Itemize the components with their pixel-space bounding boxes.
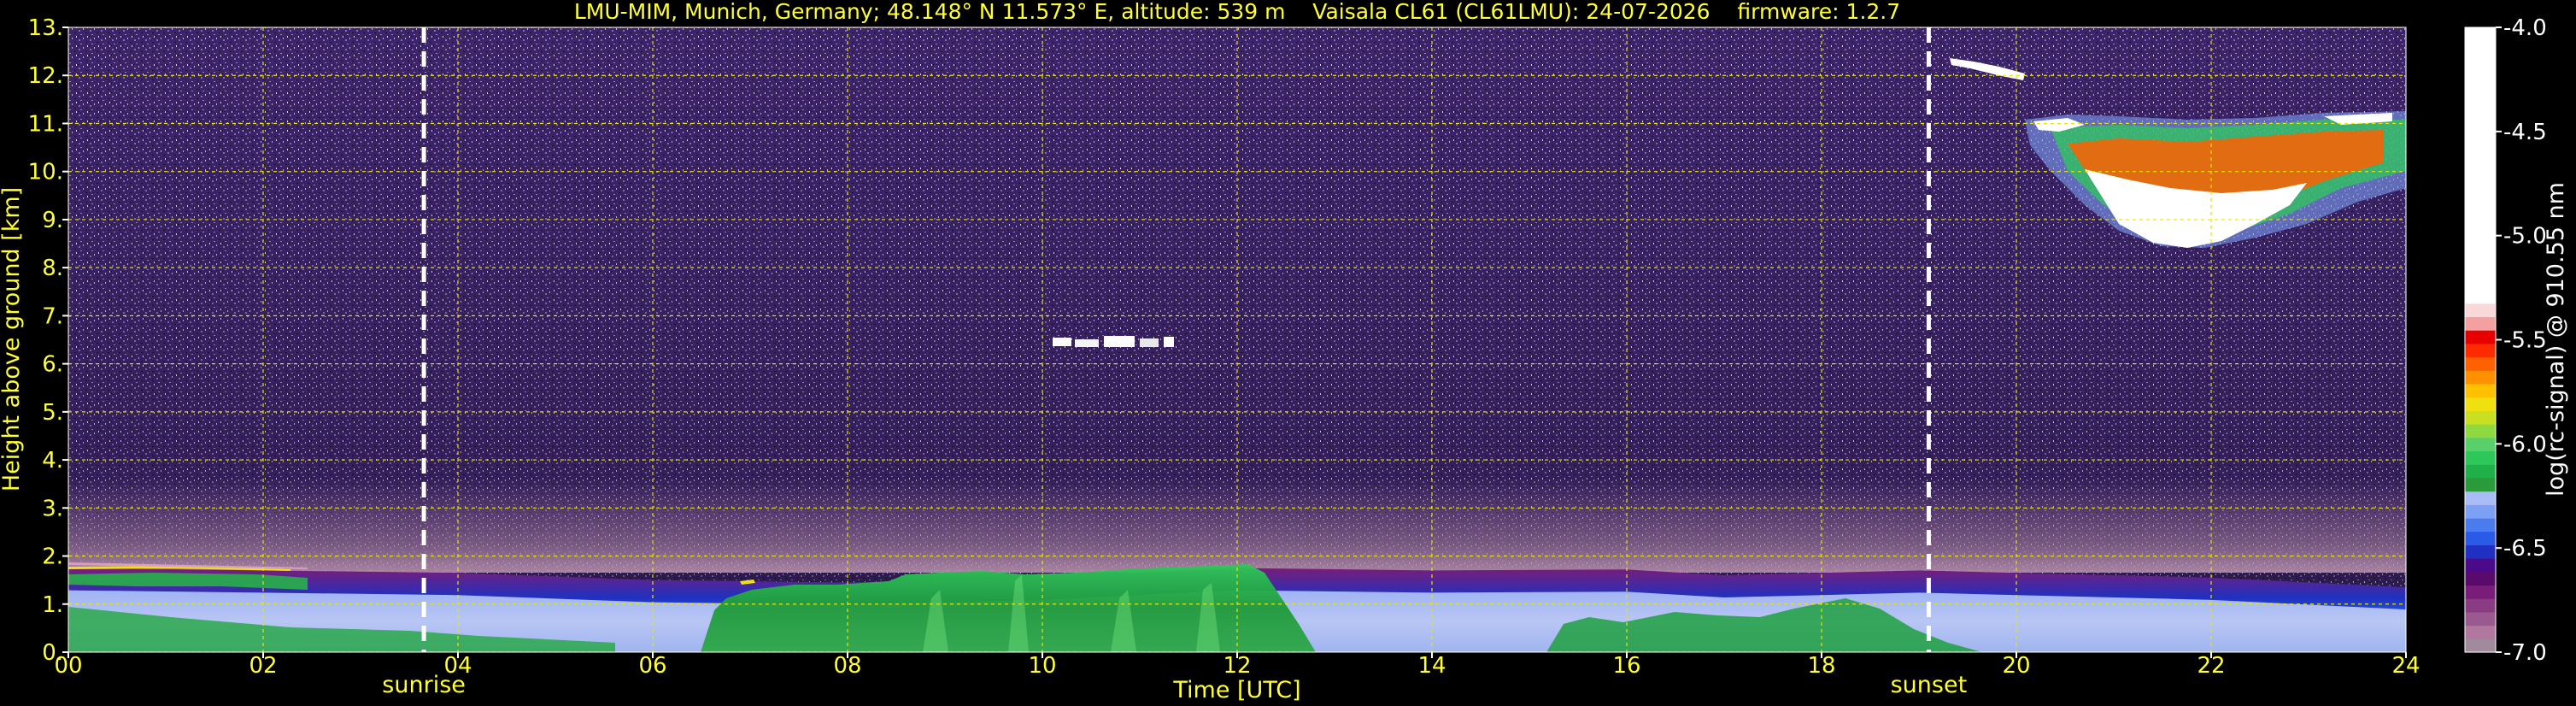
mid-cloud-segment (1053, 338, 1071, 346)
y-tick-label: 1. (42, 592, 63, 618)
y-tick-label: 4. (42, 448, 63, 474)
sunset-label: sunset (1891, 672, 1968, 698)
colorbar-step (2465, 464, 2496, 479)
y-axis: 0. 1. 2. 3. 4. 5. 6. 7. 8. 9. 10. 11. 12. 13. (28, 15, 68, 666)
colorbar-step (2465, 585, 2496, 599)
colorbar-step (2465, 303, 2496, 318)
y-tick-label: 6. (42, 352, 63, 378)
colorbar-step (2465, 558, 2496, 573)
colorbar-step (2465, 598, 2496, 613)
colorbar-step (2465, 571, 2496, 586)
plot-area (68, 27, 2406, 652)
colorbar-step (2465, 330, 2496, 344)
mid-cloud-segment (1104, 336, 1135, 347)
colorbar-top (2465, 27, 2496, 291)
colorbar-label: log(rc-signal) @ 910.55 nm (2543, 182, 2569, 497)
y-tick-label: 9. (42, 208, 63, 233)
colorbar-step (2465, 544, 2496, 559)
y-tick-label: 7. (42, 303, 63, 329)
colorbar-step (2465, 437, 2496, 452)
x-tick-label: 12 (1223, 653, 1251, 679)
x-tick-label: 18 (1807, 653, 1835, 679)
y-tick-label: 2. (42, 544, 63, 570)
colorbar-step (2465, 611, 2496, 627)
colorbar: -4.0 -4.5 -5.0 -5.5 -6.0 -6.5 -7.0 (2464, 15, 2547, 666)
colorbar-step (2465, 343, 2496, 358)
colorbar-tick-label: -6.0 (2503, 432, 2547, 457)
x-tick-label: 22 (2197, 653, 2225, 679)
colorbar-step (2465, 397, 2496, 411)
colorbar-step (2465, 450, 2496, 465)
colorbar-step (2465, 638, 2496, 653)
ceilometer-chart: 00 02 04 06 08 10 12 14 16 18 20 22 24 0.1.2.3.4.5.6… (0, 0, 2569, 703)
chart-title: LMU-MIM, Munich, Germany; 48.148° N 11.5… (574, 0, 1900, 24)
colorbar-step (2465, 477, 2496, 492)
y-tick-label: 5. (42, 400, 63, 426)
x-tick-label: 20 (2002, 653, 2030, 679)
x-axis-label: Time [UTC] (1172, 677, 1300, 703)
x-tick-label: 10 (1028, 653, 1056, 679)
colorbar-step (2465, 410, 2496, 425)
y-tick-label: 3. (42, 496, 63, 521)
y-axis-label: Height above ground [km] (0, 187, 25, 491)
colorbar-tick-label: -7.0 (2503, 640, 2547, 666)
colorbar-step (2465, 356, 2496, 371)
x-tick-label: 24 (2391, 653, 2420, 679)
y-tick-label: 10. (28, 160, 63, 185)
y-tick-label: 11. (28, 111, 63, 137)
colorbar-tick-label: -5.0 (2503, 224, 2547, 250)
colorbar-step (2465, 531, 2496, 545)
x-tick-label: 06 (638, 653, 666, 679)
x-tick-label: 16 (1612, 653, 1640, 679)
mid-cloud-segment (1164, 337, 1174, 347)
colorbar-step (2465, 504, 2496, 519)
colorbar-tick-label: -6.5 (2503, 536, 2547, 562)
x-tick-label: 08 (833, 653, 861, 679)
colorbar-tick-label: -4.5 (2503, 120, 2547, 145)
colorbar-step (2465, 383, 2496, 398)
x-tick-label: 14 (1417, 653, 1446, 679)
x-tick-label: 02 (249, 653, 277, 679)
mid-cloud-segment (1075, 339, 1099, 347)
colorbar-step (2465, 316, 2496, 331)
colorbar-step (2465, 290, 2496, 304)
mid-cloud-segment (1140, 338, 1159, 347)
colorbar-step (2465, 517, 2496, 532)
colorbar-step (2465, 491, 2496, 505)
colorbar-tick-label: -4.0 (2503, 15, 2547, 41)
y-tick-label: 8. (42, 256, 63, 281)
y-tick-label: 13. (28, 15, 63, 41)
colorbar-step (2465, 424, 2496, 438)
sunrise-label: sunrise (382, 672, 466, 698)
y-tick-label: 0. (42, 640, 63, 666)
y-tick-label: 12. (28, 63, 63, 89)
colorbar-step (2465, 370, 2496, 385)
colorbar-step (2465, 625, 2496, 639)
colorbar-tick-label: -5.5 (2503, 328, 2547, 354)
